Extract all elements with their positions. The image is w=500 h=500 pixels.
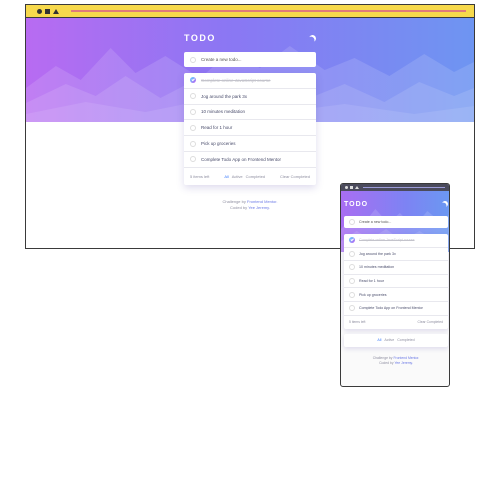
filter-active-button[interactable]: Active [384,338,394,342]
credit-text: Challenge by [372,355,393,360]
todo-footer: 5 items left All Active Completed Clear … [184,168,316,185]
new-todo-input[interactable]: Create a new todo... [184,52,316,67]
frontend-mentor-link[interactable]: Frontend Mentor. [247,199,277,204]
todo-item[interactable]: Complete Todo App on Frontend Mentor [344,302,448,316]
address-bar [363,187,445,188]
moon-icon[interactable] [308,34,317,43]
circle-icon[interactable] [190,156,196,163]
mobile-title-bar [341,184,449,191]
todo-app-desktop: TODO Create a new todo... Complete onlin… [184,32,316,211]
author-link[interactable]: Yee Jeremy. [248,205,270,210]
frontend-mentor-link[interactable]: Frontend Mentor. [393,356,419,360]
filter-all-button[interactable]: All [377,338,381,342]
todo-item[interactable]: 10 minutes meditation [344,261,448,275]
check-icon[interactable] [349,237,355,244]
square-icon [45,9,50,14]
app-title: TODO [184,33,216,43]
todo-text: Complete online JavaScript course [201,77,271,83]
clear-completed-button[interactable]: Clear Completed [418,320,443,324]
circle-icon[interactable] [349,250,355,257]
square-icon [350,186,353,189]
circle-icon[interactable] [190,56,196,63]
todo-list: Complete online JavaScript course Jog ar… [344,234,448,329]
todo-app-mobile: TODO Create a new todo... Complete onlin… [344,199,448,366]
todo-list: Complete online JavaScript course Jog ar… [184,73,316,185]
todo-text: Read for 1 hour [201,125,233,131]
circle-icon[interactable] [349,264,355,271]
todo-item[interactable]: Pick up groceries [184,136,316,152]
todo-text: Jog around the park 3x [201,93,248,99]
todo-item[interactable]: Complete Todo App on Frontend Mentor [184,152,316,168]
triangle-icon [53,9,59,14]
todo-item[interactable]: Complete online JavaScript course [344,234,448,248]
new-todo-placeholder: Create a new todo... [359,220,392,224]
todo-item[interactable]: Pick up groceries [344,288,448,302]
author-link[interactable]: Yee Jeremy. [394,361,412,365]
items-left: 5 items left [190,173,210,179]
app-title: TODO [344,200,369,208]
moon-icon[interactable] [441,200,449,208]
circle-icon[interactable] [190,108,196,115]
clear-completed-button[interactable]: Clear Completed [280,174,310,179]
todo-item[interactable]: Jog around the park 3x [184,89,316,105]
filter-active-button[interactable]: Active [232,174,243,179]
check-icon[interactable] [190,77,196,84]
filter-group: All Active Completed [224,174,265,179]
circle-icon[interactable] [349,291,355,298]
credit-text: Challenge by [222,198,246,204]
circle-icon[interactable] [190,124,196,131]
todo-item[interactable]: 10 minutes meditation [184,105,316,121]
todo-text: 10 minutes meditation [201,109,246,115]
todo-text: Complete online JavaScript course [359,238,415,243]
filter-group: All Active Completed [344,333,448,347]
todo-text: Pick up groceries [359,292,387,297]
filter-completed-button[interactable]: Completed [246,174,265,179]
circle-icon[interactable] [349,305,355,312]
app-header: TODO [184,32,316,44]
browser-controls [345,186,359,189]
browser-title-bar [26,5,474,18]
todo-text: Jog around the park 3x [359,251,396,256]
circle-icon [37,9,42,14]
app-header: TODO [344,199,448,209]
todo-text: Pick up groceries [201,141,236,147]
circle-icon[interactable] [190,140,196,147]
new-todo-input[interactable]: Create a new todo... [344,216,448,228]
todo-item[interactable]: Read for 1 hour [184,120,316,137]
todo-item[interactable]: Read for 1 hour [344,275,448,289]
filter-completed-button[interactable]: Completed [397,338,414,342]
todo-item[interactable]: Complete online JavaScript course [184,73,316,89]
attribution: Challenge by Frontend Mentor. Coded by Y… [344,356,448,366]
new-todo-placeholder: Create a new todo... [201,57,242,62]
credit-text: Coded by [230,204,248,210]
circle-icon[interactable] [349,278,355,285]
browser-controls [37,9,59,14]
circle-icon[interactable] [349,219,355,225]
attribution: Challenge by Frontend Mentor. Coded by Y… [184,199,316,211]
mobile-device-mockup: TODO Create a new todo... Complete onlin… [340,183,450,387]
todo-text: 10 minutes meditation [359,265,395,270]
circle-icon [345,186,348,189]
credit-text: Coded by [379,360,394,365]
items-left: 5 items left [349,320,366,325]
address-bar [71,10,466,12]
triangle-icon [355,186,359,189]
todo-footer: 5 items left Clear Completed [344,316,448,329]
todo-text: Complete Todo App on Frontend Mentor [201,156,281,162]
filter-all-button[interactable]: All [224,174,228,179]
circle-icon[interactable] [190,93,196,100]
todo-item[interactable]: Jog around the park 3x [344,248,448,262]
todo-text: Complete Todo App on Frontend Mentor [359,306,423,311]
todo-text: Read for 1 hour [359,279,384,284]
